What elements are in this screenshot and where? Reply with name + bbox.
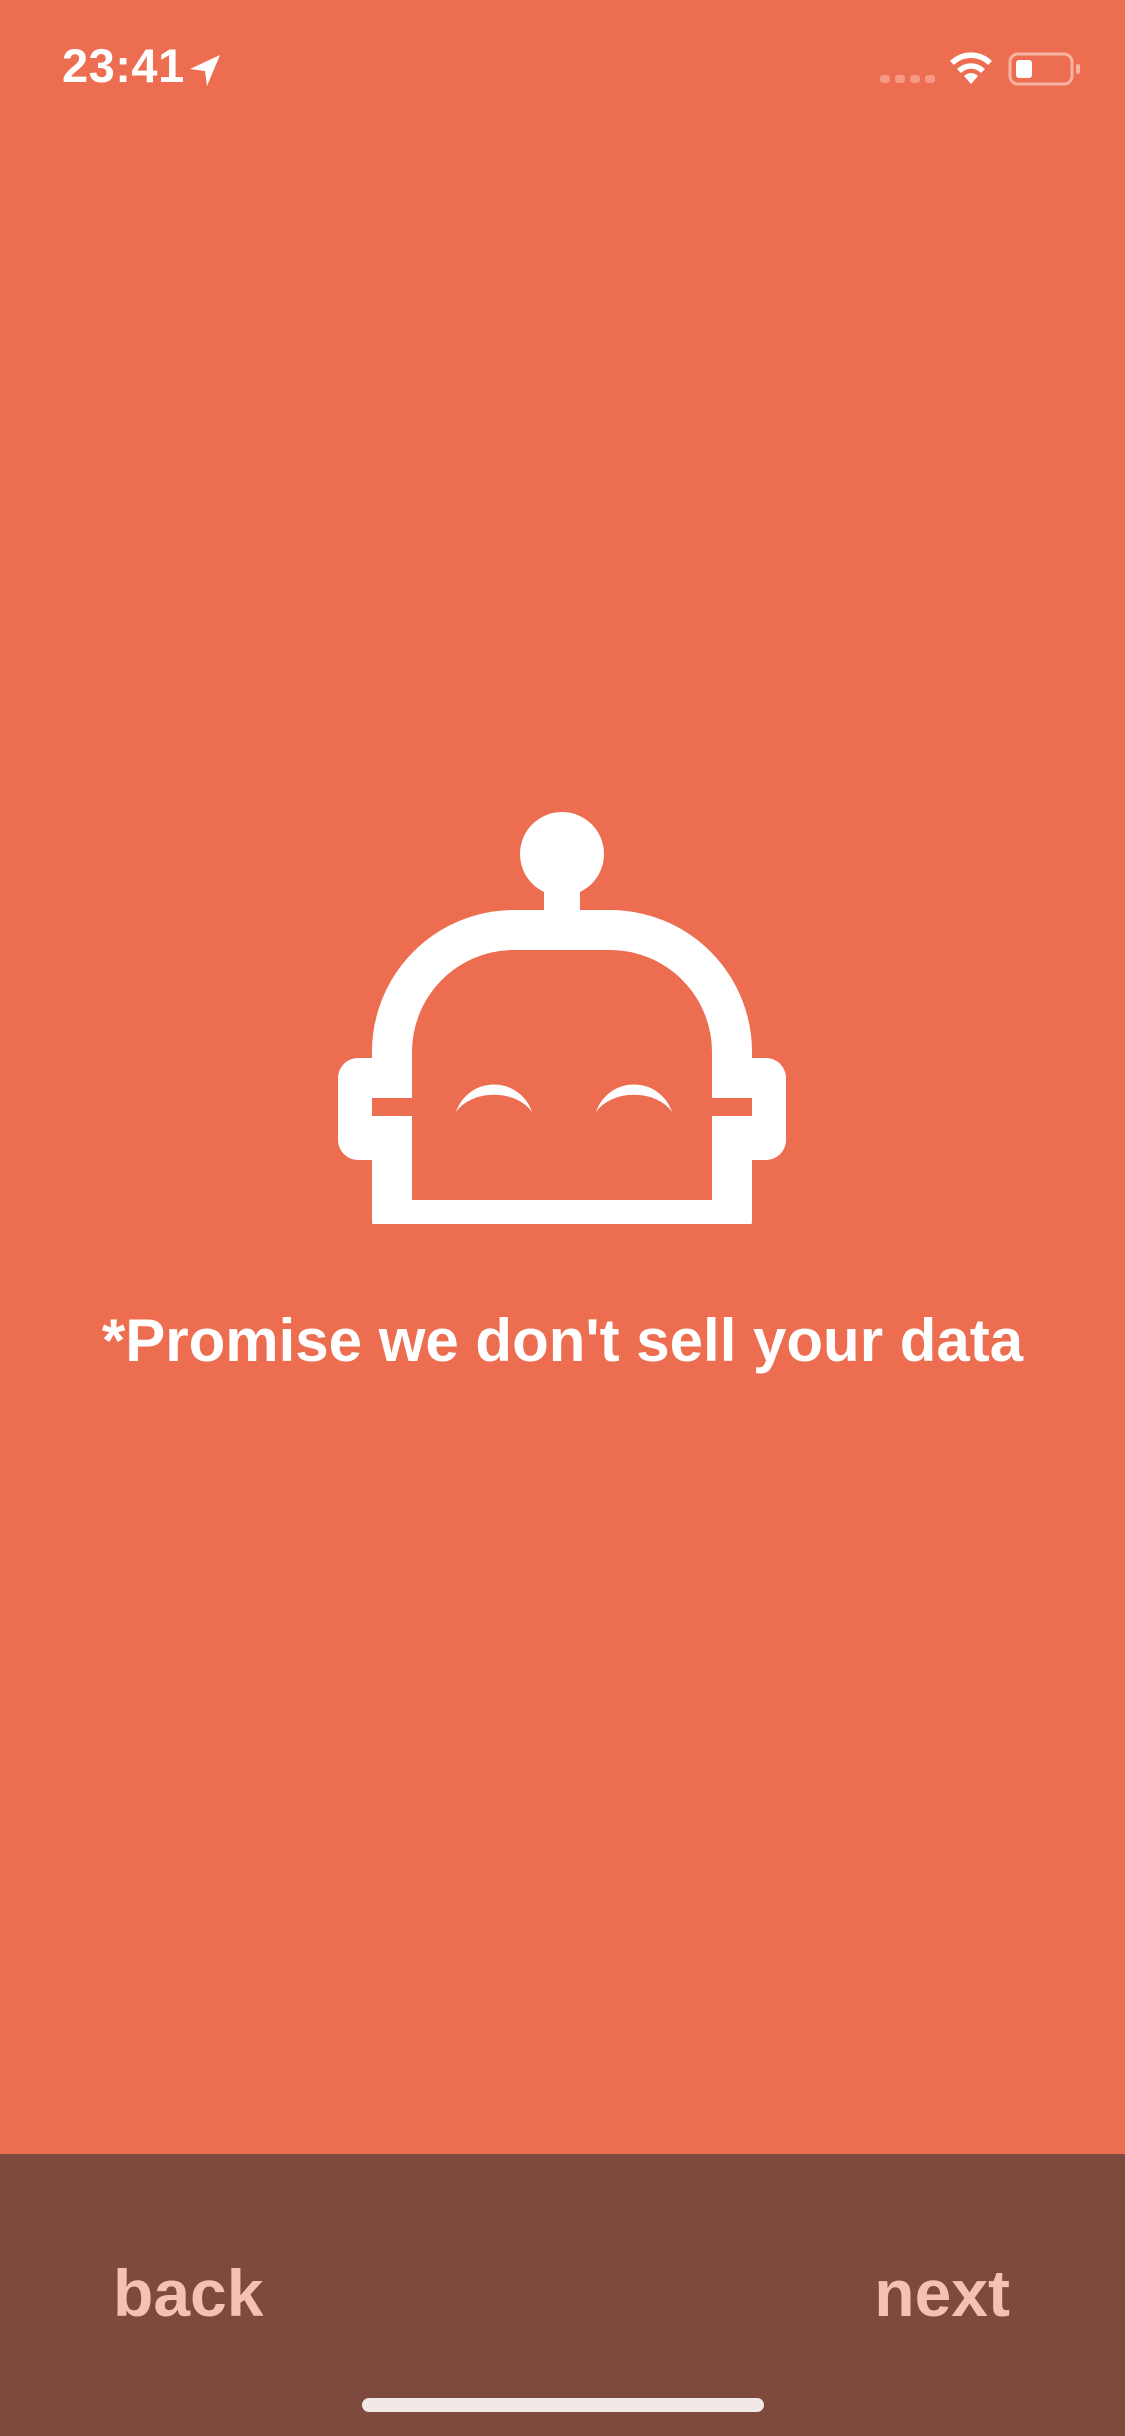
status-bar: 23:41 xyxy=(0,0,1125,140)
privacy-promise-text: *Promise we don't sell your data xyxy=(101,1307,1024,1374)
location-arrow-icon xyxy=(190,55,220,86)
cellular-signal-icon xyxy=(880,75,935,83)
bottom-navigation-bar: back next xyxy=(0,2154,1125,2436)
home-indicator[interactable] xyxy=(362,2398,764,2412)
robot-icon xyxy=(338,812,786,1224)
battery-icon xyxy=(1008,52,1080,86)
next-button[interactable]: next xyxy=(874,2255,1010,2331)
onboarding-screen: 23:41 *Promise we don't sell your data b… xyxy=(0,0,1125,2436)
wifi-icon xyxy=(950,52,992,84)
back-button[interactable]: back xyxy=(113,2255,263,2331)
status-time: 23:41 xyxy=(62,39,185,92)
